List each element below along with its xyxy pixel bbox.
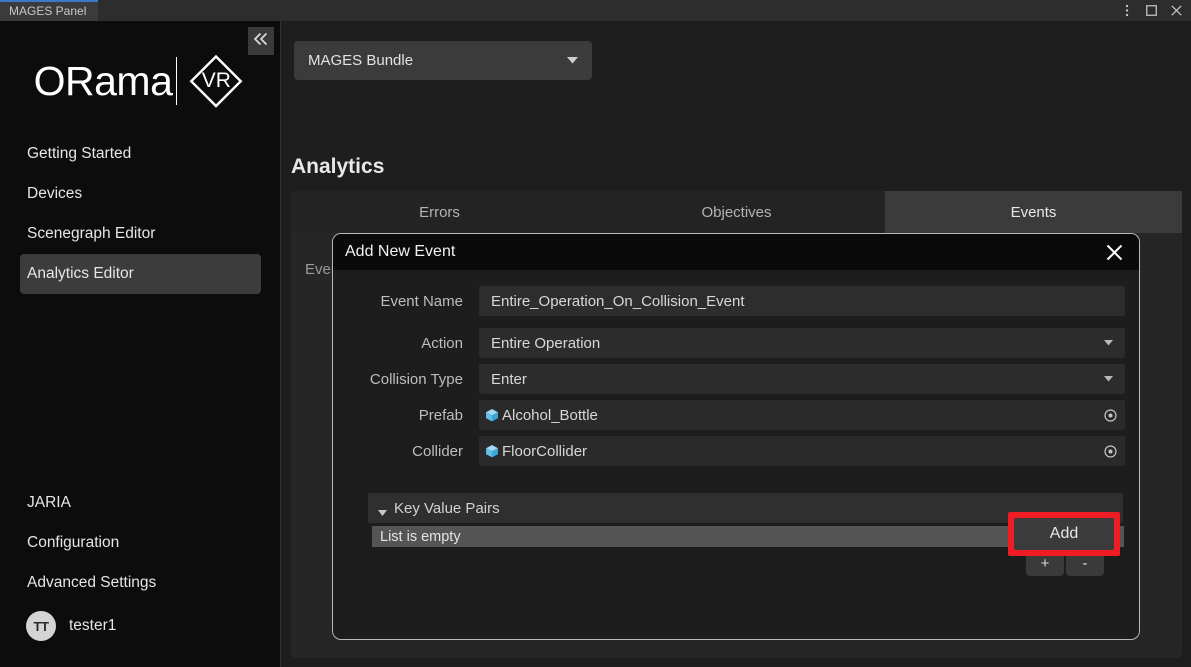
window-controls — [1120, 0, 1191, 21]
field-label: Collision Type — [347, 371, 479, 388]
sidebar-item-devices[interactable]: Devices — [20, 174, 261, 214]
analytics-tabs: Errors Objectives Events — [291, 191, 1182, 233]
field-row-action: Action Entire Operation — [347, 328, 1125, 358]
sidebar-item-label: Analytics Editor — [27, 265, 134, 283]
sidebar-item-advanced-settings[interactable]: Advanced Settings — [20, 563, 261, 603]
remove-kvp-label: - — [1083, 555, 1088, 572]
sidebar: ORama VR Getting Started Devices Scenegr… — [0, 21, 281, 667]
dialog-body: Event Name Entire_Operation_On_Collision… — [333, 270, 1139, 576]
window-tab-label: MAGES Panel — [9, 5, 86, 17]
page-title: Analytics — [291, 155, 384, 179]
window-tab-mages-panel[interactable]: MAGES Panel — [0, 0, 98, 21]
empty-list-label: List is empty — [380, 529, 461, 545]
prefab-cube-icon — [485, 408, 499, 422]
action-value: Entire Operation — [491, 335, 600, 352]
avatar: TT — [26, 611, 56, 641]
close-icon[interactable] — [1170, 4, 1183, 17]
tab-events[interactable]: Events — [885, 191, 1182, 233]
event-name-input[interactable]: Entire_Operation_On_Collision_Event — [479, 286, 1125, 316]
sidebar-item-analytics-editor[interactable]: Analytics Editor — [20, 254, 261, 294]
dialog-header: Add New Event — [333, 234, 1139, 270]
sidebar-user-row[interactable]: TT tester1 — [20, 603, 261, 649]
add-new-event-dialog: Add New Event Event Name Entire_Operatio… — [332, 233, 1140, 640]
object-picker-icon[interactable] — [1101, 442, 1119, 460]
add-button-label: Add — [1050, 525, 1078, 543]
field-row-collision-type: Collision Type Enter — [347, 364, 1125, 394]
collider-value: FloorCollider — [502, 443, 587, 460]
sidebar-item-jaria[interactable]: JARIA — [20, 483, 261, 523]
chevron-down-icon — [1104, 376, 1113, 382]
field-label: Prefab — [347, 407, 479, 424]
maximize-icon[interactable] — [1145, 4, 1158, 17]
sidebar-nav-bottom: JARIA Configuration Advanced Settings TT… — [0, 483, 281, 649]
user-name-label: tester1 — [69, 617, 116, 635]
bundle-select-value: MAGES Bundle — [308, 52, 413, 69]
window-titlebar: MAGES Panel — [0, 0, 1191, 21]
prefab-object-field[interactable]: Alcohol_Bottle — [479, 400, 1125, 430]
field-row-prefab: Prefab Alcohol_Bottle — [347, 400, 1125, 430]
logo-divider — [176, 57, 177, 105]
field-row-event-name: Event Name Entire_Operation_On_Collision… — [347, 286, 1125, 316]
sidebar-item-label: Advanced Settings — [27, 574, 156, 592]
logo-vr-text: VR — [202, 69, 231, 93]
logo-brand-text: ORama — [34, 61, 173, 102]
chevron-down-icon — [1104, 340, 1113, 346]
tab-label: Events — [1011, 204, 1057, 221]
sidebar-item-label: Getting Started — [27, 145, 131, 163]
prefab-value: Alcohol_Bottle — [502, 407, 598, 424]
sidebar-item-label: Devices — [27, 185, 82, 203]
collision-type-value: Enter — [491, 371, 527, 388]
key-value-pairs-label: Key Value Pairs — [394, 500, 500, 517]
titlebar-spacer — [98, 0, 1120, 21]
field-label: Event Name — [347, 293, 479, 310]
sidebar-item-scenegraph-editor[interactable]: Scenegraph Editor — [20, 214, 261, 254]
add-button-highlight: Add — [1008, 512, 1120, 556]
field-label: Collider — [347, 443, 479, 460]
sidebar-item-configuration[interactable]: Configuration — [20, 523, 261, 563]
tab-label: Objectives — [701, 204, 771, 221]
sidebar-item-label: JARIA — [27, 494, 71, 512]
field-label: Action — [347, 335, 479, 352]
sidebar-item-label: Scenegraph Editor — [27, 225, 155, 243]
chevron-down-icon — [567, 57, 578, 64]
kebab-menu-icon[interactable] — [1120, 4, 1133, 17]
add-kvp-label: + — [1041, 555, 1050, 572]
sidebar-nav: Getting Started Devices Scenegraph Edito… — [0, 134, 281, 294]
sidebar-item-label: Configuration — [27, 534, 119, 552]
tab-objectives[interactable]: Objectives — [588, 191, 885, 233]
collider-object-field[interactable]: FloorCollider — [479, 436, 1125, 466]
dialog-title: Add New Event — [345, 243, 455, 261]
close-icon[interactable] — [1103, 241, 1125, 263]
orama-vr-logo: ORama VR — [0, 45, 281, 117]
event-name-value: Entire_Operation_On_Collision_Event — [491, 293, 744, 310]
bundle-select-dropdown[interactable]: MAGES Bundle — [294, 41, 592, 80]
mages-panel-window: MAGES Panel — [0, 0, 1191, 667]
collider-cube-icon — [485, 444, 499, 458]
tab-label: Errors — [419, 204, 460, 221]
tab-errors[interactable]: Errors — [291, 191, 588, 233]
sidebar-item-getting-started[interactable]: Getting Started — [20, 134, 261, 174]
add-button[interactable]: Add — [1014, 518, 1114, 550]
field-row-collider: Collider FloorCollider — [347, 436, 1125, 466]
logo-diamond-mark: VR — [185, 50, 247, 112]
action-dropdown[interactable]: Entire Operation — [479, 328, 1125, 358]
object-picker-icon[interactable] — [1101, 406, 1119, 424]
collision-type-dropdown[interactable]: Enter — [479, 364, 1125, 394]
triangle-down-icon[interactable] — [378, 504, 387, 513]
